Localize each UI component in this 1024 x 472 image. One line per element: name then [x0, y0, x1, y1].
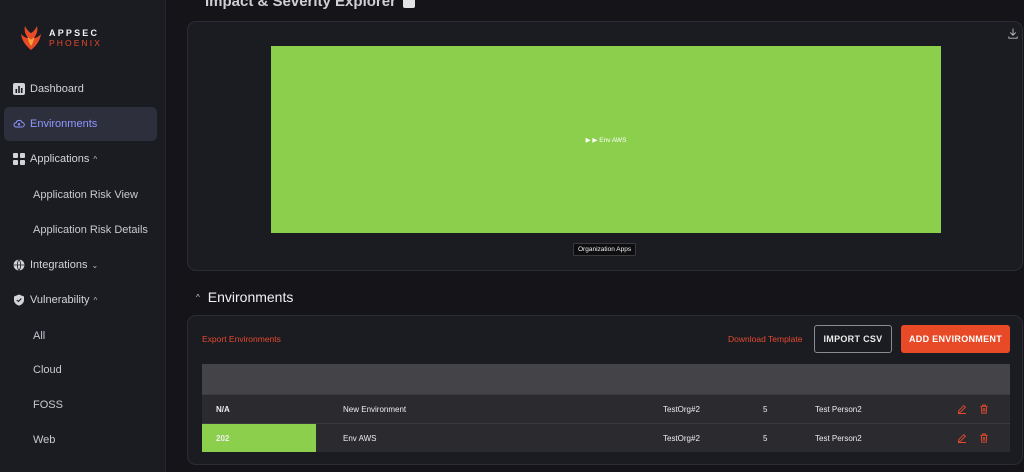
row-actions [957, 424, 989, 452]
logo[interactable]: APPSEC PHOENIX [18, 24, 102, 52]
download-template-link[interactable]: Download Template [728, 334, 803, 344]
logo-text-primary: APPSEC [49, 28, 100, 38]
add-environment-button[interactable]: ADD ENVIRONMENT [901, 325, 1010, 353]
sidebar-item-integrations[interactable]: Integrations ⌄ [4, 248, 157, 282]
sidebar-item-vulnerability[interactable]: Vulnerability ^ [4, 283, 157, 317]
cloud-upload-icon [13, 118, 25, 130]
sidebar-subitem-all[interactable]: All [33, 330, 45, 342]
explorer-title: Impact & Severity Explorer [205, 0, 416, 10]
sidebar: APPSEC PHOENIX Dashboard Environments Ap… [0, 0, 166, 472]
section-title: Environments [207, 289, 294, 305]
risk-cell: N/A [216, 404, 230, 414]
download-icon[interactable] [1008, 28, 1018, 39]
environment-name-cell[interactable]: New Environment [343, 395, 406, 423]
info-icon[interactable] [403, 0, 416, 8]
sidebar-item-label: Environments [30, 118, 98, 130]
row-actions [957, 395, 989, 423]
environment-name-cell[interactable]: Env AWS [343, 424, 377, 452]
sidebar-item-label: Applications [30, 153, 90, 165]
delete-icon[interactable] [979, 433, 989, 443]
table-row[interactable]: N/A New Environment TestOrg#2 5 Test Per… [202, 394, 1010, 423]
chevron-up-icon: ^ [93, 295, 98, 305]
sidebar-item-dashboard[interactable]: Dashboard [4, 72, 157, 106]
grid-icon [13, 153, 25, 165]
chevron-up-icon: ^ [196, 292, 200, 302]
environments-section-header[interactable]: ^ Environments [196, 289, 293, 305]
sidebar-item-label: Integrations [30, 259, 88, 271]
phoenix-logo-icon [21, 26, 41, 50]
edit-icon[interactable] [957, 433, 967, 443]
environments-table: Environment risk Environment name Workfl… [202, 364, 1010, 452]
accountable-user-cell: Test Person2 [815, 433, 862, 443]
table-row[interactable]: 202 Env AWS TestOrg#2 5 Test Person2 [202, 423, 1010, 452]
logo-text-secondary: PHOENIX [49, 38, 102, 48]
treemap-tile-env-aws[interactable]: ▶ ▶ Env AWS [271, 46, 941, 233]
explorer-title-text: Impact & Severity Explorer [205, 0, 396, 10]
chevron-up-icon: ^ [93, 154, 98, 164]
criticality-cell: 5 [763, 404, 768, 414]
delete-icon[interactable] [979, 404, 989, 414]
organization-cell: TestOrg#2 [663, 433, 700, 443]
chevron-down-icon: ⌄ [91, 260, 99, 270]
environments-card: Export Environments Download Template IM… [187, 315, 1023, 465]
sidebar-subitem-app-risk-view[interactable]: Application Risk View [33, 189, 138, 201]
sidebar-subitem-cloud[interactable]: Cloud [33, 364, 62, 376]
sidebar-subitem-foss[interactable]: FOSS [33, 399, 63, 411]
treemap-tooltip: Organization Apps [573, 243, 637, 256]
import-csv-button[interactable]: IMPORT CSV [814, 325, 892, 353]
shield-icon [13, 294, 25, 306]
bar-chart-icon [13, 83, 25, 95]
edit-icon[interactable] [957, 404, 967, 414]
risk-cell: 202 [202, 424, 316, 452]
export-environments-link[interactable]: Export Environments [202, 334, 281, 344]
sidebar-item-environments[interactable]: Environments [4, 107, 157, 141]
sidebar-item-label: Dashboard [30, 83, 84, 95]
explorer-card: ▶ ▶ Env AWS Organization Apps [187, 21, 1023, 271]
sidebar-subitem-app-risk-details[interactable]: Application Risk Details [33, 224, 148, 236]
sidebar-item-applications[interactable]: Applications ^ [4, 142, 157, 176]
accountable-user-cell: Test Person2 [815, 404, 862, 414]
organization-cell: TestOrg#2 [663, 404, 700, 414]
globe-icon [13, 259, 25, 271]
treemap-label: ▶ ▶ Env AWS [585, 136, 627, 144]
table-header: Environment risk Environment name Workfl… [202, 364, 1010, 412]
sidebar-subitem-web[interactable]: Web [33, 434, 55, 446]
sidebar-item-label: Vulnerability [30, 294, 90, 306]
criticality-cell: 5 [763, 433, 768, 443]
